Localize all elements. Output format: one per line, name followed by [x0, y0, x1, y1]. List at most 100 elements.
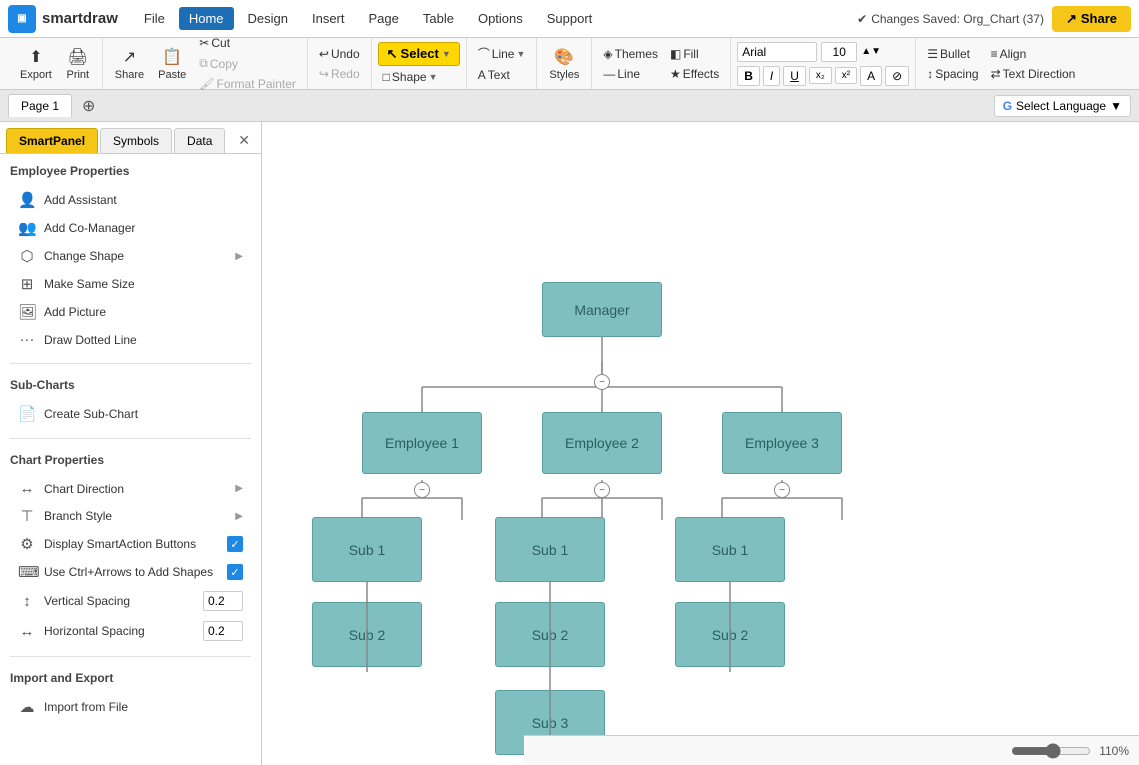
employee-properties-title: Employee Properties: [10, 164, 251, 178]
changes-saved-status: ✔ Changes Saved: Org_Chart (37): [857, 12, 1044, 26]
share-toolbar-button[interactable]: ↗ Share: [109, 44, 150, 84]
text-direction-button[interactable]: ⇄ Text Direction: [986, 65, 1081, 83]
select-button[interactable]: ↖ Select ▼: [378, 42, 460, 66]
align-button[interactable]: ≡ Align: [986, 45, 1081, 63]
format-painter-button[interactable]: 🖌 Format Painter: [194, 75, 301, 93]
change-shape-arrow: ▶: [235, 251, 243, 262]
draw-dotted-line-item[interactable]: ··· Draw Dotted Line: [10, 326, 251, 353]
effects-button[interactable]: ★ Effects: [665, 65, 724, 83]
redo-button[interactable]: ↪ Redo: [314, 65, 365, 83]
emp2-collapse-circle[interactable]: −: [594, 482, 610, 498]
emp3-collapse-circle[interactable]: −: [774, 482, 790, 498]
top-navigation-bar: ▣ smartdraw File Home Design Insert Page…: [0, 0, 1139, 38]
import-from-file-item[interactable]: ☁ Import from File: [10, 693, 251, 721]
italic-button[interactable]: I: [763, 66, 780, 86]
horizontal-spacing-input[interactable]: [203, 621, 243, 641]
app-logo[interactable]: ▣ smartdraw: [8, 5, 118, 33]
toolbar-clipboard-group: ↗ Share 📋 Paste ✂ Cut ⧉ Copy 🖌 Format Pa…: [103, 38, 308, 89]
section-divider-3: [10, 656, 251, 657]
spacing-button[interactable]: ↕ Spacing: [922, 65, 983, 83]
nav-options[interactable]: Options: [468, 7, 533, 30]
nav-home[interactable]: Home: [179, 7, 234, 30]
make-same-size-icon: ⊞: [18, 275, 36, 293]
branch-style-item[interactable]: ⊤ Branch Style ▶: [10, 502, 251, 530]
nav-page[interactable]: Page: [359, 7, 409, 30]
export-button[interactable]: ⬆ Export: [14, 44, 58, 84]
emp3-sub1-node[interactable]: Sub 1: [675, 517, 785, 582]
emp1-collapse-circle[interactable]: −: [414, 482, 430, 498]
manager-node[interactable]: Manager: [542, 282, 662, 337]
undo-button[interactable]: ↩ Undo: [314, 45, 365, 63]
print-button[interactable]: 🖨 Print: [60, 44, 96, 84]
clear-format-button[interactable]: ⊘: [885, 66, 909, 86]
top-right-actions: ✔ Changes Saved: Org_Chart (37) ↗ Share: [857, 6, 1131, 32]
toolbar-file-group: ⬆ Export 🖨 Print: [8, 38, 103, 89]
use-ctrl-arrows-icon: ⌨: [18, 563, 36, 581]
toolbar-select-group: ↖ Select ▼ □ Shape ▼: [372, 38, 467, 89]
canvas[interactable]: Manager − Employee 1 − Employee 2 − Empl…: [262, 122, 1139, 765]
add-assistant-icon: 👤: [18, 191, 36, 209]
manager-collapse-circle[interactable]: −: [594, 374, 610, 390]
create-sub-chart-item[interactable]: 📄 Create Sub-Chart: [10, 400, 251, 428]
panel-close-button[interactable]: ✕: [233, 130, 255, 151]
add-picture-item[interactable]: 🖼 Add Picture: [10, 298, 251, 326]
fill-button[interactable]: ◧ Fill: [665, 45, 724, 63]
add-assistant-item[interactable]: 👤 Add Assistant: [10, 186, 251, 214]
nav-insert[interactable]: Insert: [302, 7, 355, 30]
underline-button[interactable]: U: [783, 66, 806, 86]
toolbar-undo-group: ↩ Undo ↪ Redo: [308, 38, 372, 89]
bullet-button[interactable]: ☰ Bullet: [922, 45, 983, 63]
employee-properties-section: Employee Properties 👤 Add Assistant 👥 Ad…: [0, 154, 261, 359]
employee3-node[interactable]: Employee 3: [722, 412, 842, 474]
bold-button[interactable]: B: [737, 66, 760, 86]
chart-direction-item[interactable]: ↔ Chart Direction ▶: [10, 475, 251, 502]
emp3-sub-vline: [724, 582, 736, 672]
copy-button[interactable]: ⧉ Copy: [194, 54, 301, 73]
font-size-arrow[interactable]: ▲▼: [861, 46, 881, 57]
spacing-icon: ↕: [927, 67, 933, 81]
nav-table[interactable]: Table: [413, 7, 464, 30]
main-area: SmartPanel Symbols Data ✕ Employee Prope…: [0, 122, 1139, 765]
styles-button[interactable]: 🎨 Styles: [543, 44, 585, 84]
logo-text: smartdraw: [42, 10, 118, 27]
add-page-button[interactable]: ⊕: [76, 94, 101, 118]
share-button[interactable]: ↗ Share: [1052, 6, 1131, 32]
line-button[interactable]: ⌒ Line ▼: [473, 43, 531, 64]
tab-data[interactable]: Data: [174, 128, 225, 153]
emp1-sub1-node[interactable]: Sub 1: [312, 517, 422, 582]
change-shape-item[interactable]: ⬡ Change Shape ▶: [10, 242, 251, 270]
zoom-slider[interactable]: [1011, 743, 1091, 759]
tab-smartpanel[interactable]: SmartPanel: [6, 128, 98, 153]
display-smartaction-checkbox[interactable]: [227, 536, 243, 552]
vertical-spacing-icon: ↕: [18, 593, 36, 610]
nav-design[interactable]: Design: [238, 7, 298, 30]
page-tab-1[interactable]: Page 1: [8, 94, 72, 117]
superscript-button[interactable]: x²: [835, 67, 857, 84]
tab-symbols[interactable]: Symbols: [100, 128, 172, 153]
shape-button[interactable]: □ Shape ▼: [378, 68, 460, 86]
align-icon: ≡: [991, 47, 998, 61]
vertical-spacing-input[interactable]: [203, 591, 243, 611]
themes-icon: ◈: [603, 47, 612, 61]
paste-button[interactable]: 📋 Paste: [152, 44, 192, 84]
employee1-node[interactable]: Employee 1: [362, 412, 482, 474]
toolbar-styles-group: 🎨 Styles: [537, 38, 592, 89]
emp2-sub1-node[interactable]: Sub 1: [495, 517, 605, 582]
export-icon: ⬆: [29, 47, 42, 67]
font-name-input[interactable]: [737, 42, 817, 62]
use-ctrl-arrows-checkbox[interactable]: [227, 564, 243, 580]
make-same-size-item[interactable]: ⊞ Make Same Size: [10, 270, 251, 298]
cut-button[interactable]: ✂ Cut: [194, 34, 301, 52]
font-size-input[interactable]: [821, 42, 857, 62]
add-co-manager-item[interactable]: 👥 Add Co-Manager: [10, 214, 251, 242]
redo-icon: ↪: [319, 67, 329, 81]
themes-button[interactable]: ◈ Themes: [598, 45, 663, 63]
nav-file[interactable]: File: [134, 7, 175, 30]
text-button[interactable]: A Text: [473, 66, 531, 84]
employee2-node[interactable]: Employee 2: [542, 412, 662, 474]
subscript-button[interactable]: x₂: [809, 67, 832, 84]
nav-support[interactable]: Support: [537, 7, 603, 30]
font-color-button[interactable]: A: [860, 66, 882, 86]
language-select[interactable]: G Select Language ▼: [994, 95, 1131, 117]
line2-button[interactable]: — Line: [598, 65, 663, 83]
